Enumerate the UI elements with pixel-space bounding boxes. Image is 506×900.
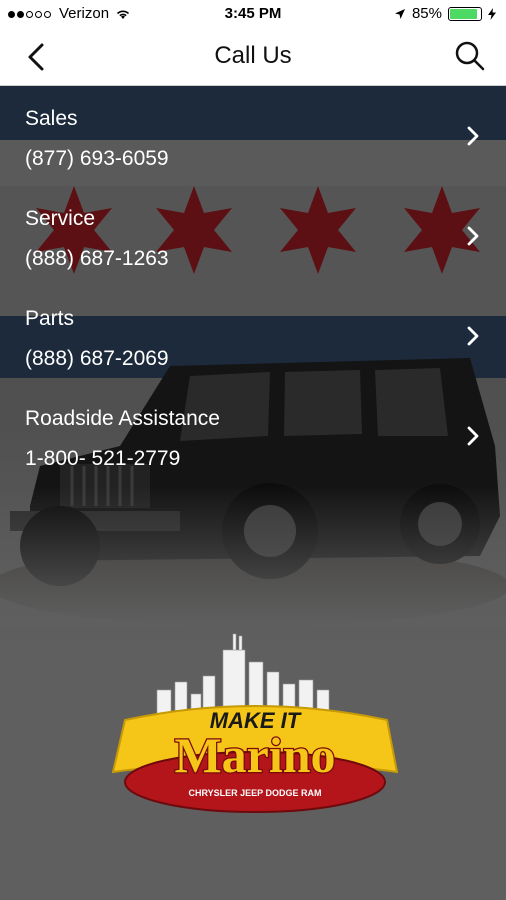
chevron-right-icon [467, 126, 479, 146]
search-icon [455, 41, 485, 71]
status-bar: Verizon 3:45 PM 85% [0, 0, 506, 28]
charging-bolt-icon [488, 7, 496, 20]
contact-phone: 1-800- 521-2779 [25, 447, 181, 470]
status-right: 85% [394, 5, 496, 22]
chevron-right-icon [467, 326, 479, 346]
page-title: Call Us [214, 42, 292, 69]
battery-percent: 85% [411, 5, 442, 22]
contact-label: Sales [25, 107, 78, 130]
location-arrow-icon [394, 8, 405, 19]
contact-label: Service [25, 207, 96, 230]
contact-list: Sales (877) 693-6059 Service (888) 687-1… [0, 86, 506, 486]
contact-row-sales[interactable]: Sales (877) 693-6059 [0, 86, 506, 186]
contact-row-parts[interactable]: Parts (888) 687-2069 [0, 286, 506, 386]
contact-phone: (888) 687-2069 [25, 347, 169, 370]
make-it-marino-logo: MAKE IT Marino CHRYSLER JEEP DODGE RAM [111, 633, 399, 813]
contact-phone: (888) 687-1263 [25, 247, 169, 270]
contact-phone: (877) 693-6059 [25, 147, 169, 170]
chevron-right-icon [467, 226, 479, 246]
battery-icon [448, 6, 482, 21]
search-button[interactable] [452, 38, 488, 74]
logo-main-text: Marino [174, 727, 335, 783]
contact-row-service[interactable]: Service (888) 687-1263 [0, 186, 506, 286]
contact-label: Roadside Assistance [25, 407, 220, 430]
chevron-right-icon [467, 426, 479, 446]
contact-label: Parts [25, 307, 75, 330]
logo-sub-text: CHRYSLER JEEP DODGE RAM [188, 788, 321, 798]
navigation-bar: Call Us [0, 28, 506, 86]
contact-row-roadside-assistance[interactable]: Roadside Assistance 1-800- 521-2779 [0, 386, 506, 486]
